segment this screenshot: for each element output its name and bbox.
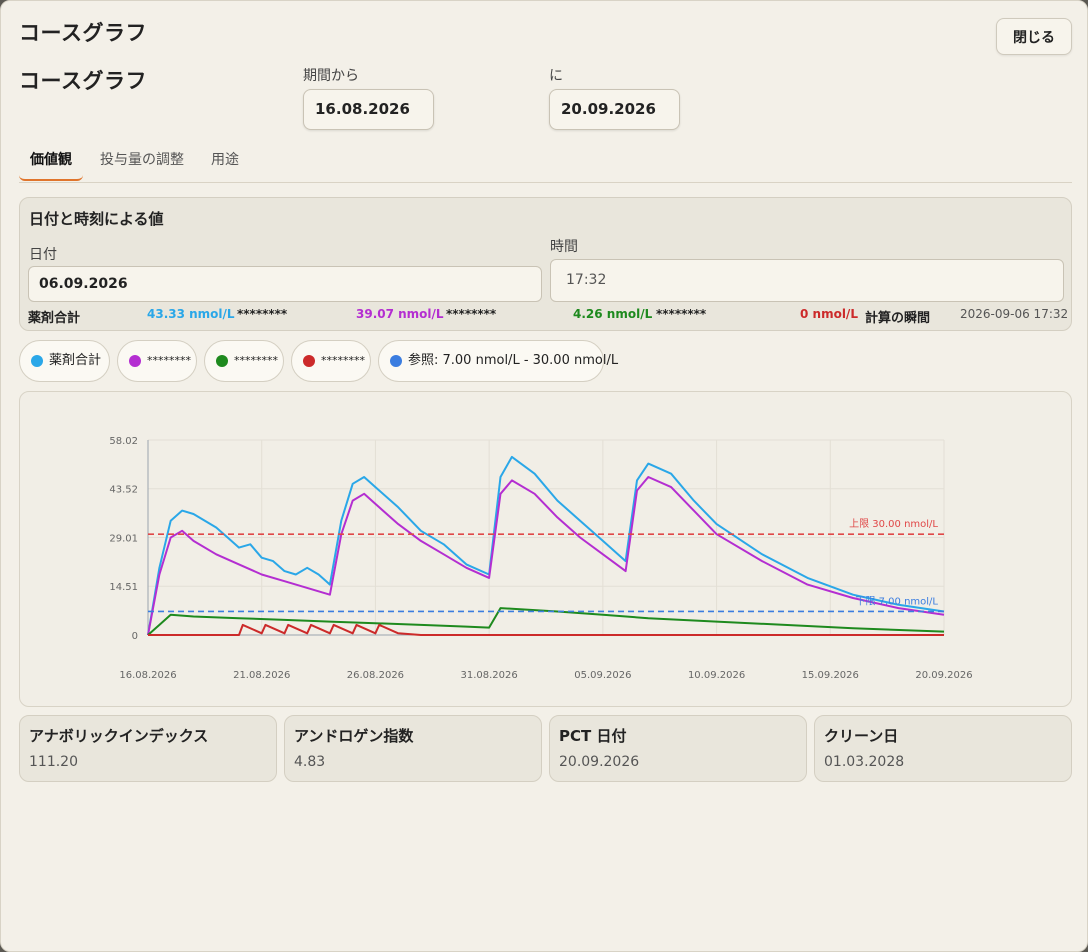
series-line-0	[147, 455, 945, 636]
legend-label: ********	[321, 354, 365, 367]
value-panel: 日付と時刻による値 日付 06.09.2026 時間 17:32 薬剤合計 43…	[19, 197, 1072, 331]
series-2-name: ********	[446, 307, 497, 321]
instant-value: 2026-09-06 17:32	[960, 307, 1069, 321]
stat-value: 20.09.2026	[559, 754, 640, 770]
reference-label: 下限 7.00 nmol/L	[855, 595, 938, 607]
legend-dot	[216, 355, 228, 367]
legend-dot	[129, 355, 141, 367]
stat-title: アンドロゲン指数	[294, 727, 414, 745]
legend-chip-series-1[interactable]: ********	[117, 340, 197, 382]
legend-label: 薬剤合計	[49, 353, 102, 368]
x-tick-label: 10.09.2026	[688, 670, 745, 681]
legend-chip-reference[interactable]: 参照: 7.00 nmol/L - 30.00 nmol/L	[378, 340, 618, 382]
tab-bar: 価値観 投与量の調整 用途	[19, 141, 1072, 183]
x-tick-label: 26.08.2026	[347, 670, 404, 681]
x-tick-label: 16.08.2026	[119, 670, 176, 681]
chart-card: 16.08.2026 21.08.2026 26.08.2026 31.08.2026…	[19, 391, 1072, 707]
legend-chip-series-2[interactable]: ********	[204, 340, 284, 382]
series-line-2	[147, 607, 945, 636]
series-3-name: ********	[656, 307, 707, 321]
legend-dot	[31, 355, 43, 367]
y-tick-label: 14.51	[109, 582, 138, 593]
date-input[interactable]: 06.09.2026	[28, 266, 542, 302]
time-label: 時間	[550, 239, 578, 255]
legend-label: ********	[147, 354, 191, 367]
section-title: コースグラフ	[19, 69, 147, 93]
window-title: コースグラフ	[19, 21, 147, 45]
stat-title: アナボリックインデックス	[29, 727, 209, 745]
tab-values[interactable]: 価値観	[19, 141, 83, 181]
stat-card-pct-date: PCT 日付 20.09.2026	[549, 715, 807, 782]
instant-label: 計算の瞬間	[865, 311, 931, 326]
x-tick-label: 20.09.2026	[915, 670, 972, 681]
to-label: に	[549, 68, 563, 84]
legend-dot	[303, 355, 315, 367]
legend-label: ********	[234, 354, 278, 367]
legend-dot	[390, 355, 402, 367]
stat-value: 111.20	[29, 754, 78, 770]
from-date-input[interactable]: 16.08.2026	[303, 89, 434, 130]
y-tick-label: 43.52	[109, 485, 138, 496]
legend-chip-series-3[interactable]: ********	[291, 340, 371, 382]
stat-value: 4.83	[294, 754, 326, 770]
total-label: 薬剤合計	[28, 311, 81, 326]
from-label: 期間から	[303, 68, 359, 84]
stat-title: クリーン日	[824, 727, 899, 745]
legend-chip-total[interactable]: 薬剤合計	[19, 340, 110, 382]
stat-card-anabolic-index: アナボリックインデックス 111.20	[19, 715, 277, 782]
to-date-input[interactable]: 20.09.2026	[549, 89, 680, 130]
x-tick-label: 31.08.2026	[461, 670, 518, 681]
value-panel-title: 日付と時刻による値	[29, 210, 164, 228]
time-input[interactable]: 17:32	[550, 259, 1064, 302]
total-value: 43.33 nmol/L	[147, 307, 235, 321]
stat-title: PCT 日付	[559, 727, 627, 745]
tab-dose-adjustment[interactable]: 投与量の調整	[95, 141, 189, 181]
y-tick-label: 58.02	[109, 436, 138, 447]
course-chart: 16.08.2026 21.08.2026 26.08.2026 31.08.2026…	[109, 436, 972, 681]
reference-label: 上限 30.00 nmol/L	[849, 518, 938, 530]
date-label: 日付	[29, 247, 57, 263]
series-1-name: ********	[237, 307, 288, 321]
x-tick-label: 05.09.2026	[574, 670, 631, 681]
series-2-value: 4.26 nmol/L	[573, 307, 653, 321]
series-1-value: 39.07 nmol/L	[356, 307, 444, 321]
stat-value: 01.03.2028	[824, 754, 905, 770]
x-tick-label: 15.09.2026	[802, 670, 859, 681]
close-button[interactable]: 閉じる	[996, 18, 1072, 55]
stat-card-androgen-index: アンドロゲン指数 4.83	[284, 715, 542, 782]
x-tick-label: 21.08.2026	[233, 670, 290, 681]
course-graph-window: コースグラフ 閉じる コースグラフ 期間から に 16.08.2026 20.0…	[0, 0, 1088, 952]
legend-label: 参照: 7.00 nmol/L - 30.00 nmol/L	[408, 353, 619, 368]
tab-usage[interactable]: 用途	[205, 141, 245, 181]
stat-card-clean-date: クリーン日 01.03.2028	[814, 715, 1072, 782]
y-tick-label: 29.01	[109, 534, 138, 545]
series-3-value: 0 nmol/L	[800, 307, 858, 321]
y-tick-label: 0	[132, 631, 138, 642]
